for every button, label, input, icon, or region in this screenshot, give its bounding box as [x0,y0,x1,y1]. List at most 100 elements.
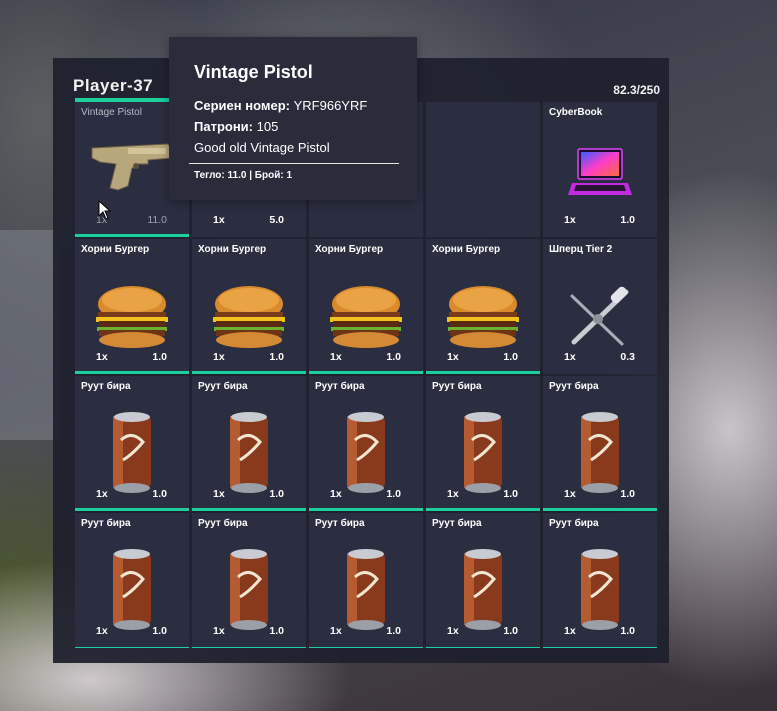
durability-bar [426,647,540,648]
inventory-slot[interactable]: CyberBook 1x 1.0 [543,102,657,237]
tooltip-serial: Сериен номер: YRF966YRF [194,98,367,113]
slot-count: 1x [564,214,576,226]
slot-item-name: Руут бира [198,381,248,392]
inventory-slot[interactable]: Руут бира 1x 1.0 [75,513,189,648]
slot-item-name: Руут бира [315,518,365,529]
tooltip-ammo: Патрони: 105 [194,119,278,134]
slot-weight: 1.0 [503,625,518,637]
slot-count: 1x [213,488,225,500]
durability-bar [426,371,540,374]
durability-bar [543,508,657,511]
slot-count: 1x [330,625,342,637]
background-scenery [0,230,60,440]
durability-bar [75,647,189,648]
lockpick-icon [570,287,629,346]
inventory-slot[interactable]: Хорни Бургер 1x 1.0 [192,239,306,374]
item-tooltip: Vintage Pistol Сериен номер: YRF966YRF П… [169,37,417,200]
tooltip-serial-value: YRF966YRF [293,98,368,113]
inventory-slot[interactable]: Руут бира 1x 1.0 [309,513,423,648]
durability-bar [192,371,306,374]
tooltip-serial-label: Сериен номер: [194,98,290,113]
slot-count: 1x [564,625,576,637]
slot-item-name: Руут бира [549,381,599,392]
durability-bar [75,234,189,237]
slot-count: 1x [564,351,576,363]
slot-weight: 1.0 [503,488,518,500]
slot-weight: 11.0 [147,214,167,226]
slot-count: 1x [447,351,459,363]
can-icon [113,411,151,493]
inventory-slot[interactable] [426,102,540,237]
inventory-slot[interactable]: Руут бира 1x 1.0 [192,376,306,511]
slot-item-name: Руут бира [432,381,482,392]
slot-weight: 0.3 [620,351,635,363]
inventory-slot[interactable]: Руут бира 1x 1.0 [426,513,540,648]
can-icon [464,411,502,493]
durability-bar [75,371,189,374]
slot-weight: 1.0 [269,488,284,500]
durability-bar [192,647,306,648]
slot-item-name: Хорни Бургер [198,244,267,255]
durability-bar [309,647,423,648]
tooltip-ammo-value: 105 [256,119,279,134]
slot-count: 1x [96,351,108,363]
durability-bar [192,508,306,511]
slot-item-name: Руут бира [432,518,482,529]
tooltip-divider [189,163,399,164]
slot-weight: 1.0 [269,351,284,363]
slot-item-name: Шперц Tier 2 [549,244,613,255]
slot-weight: 1.0 [386,488,401,500]
slot-count: 1x [447,488,459,500]
slot-count: 1x [564,488,576,500]
inventory-slot[interactable]: Руут бира 1x 1.0 [543,513,657,648]
tooltip-title: Vintage Pistol [194,62,313,82]
slot-count: 1x [330,488,342,500]
durability-bar [309,508,423,511]
tooltip-footer: Тегло: 11.0 | Брой: 1 [194,170,293,181]
slot-count: 1x [447,625,459,637]
durability-bar [75,508,189,511]
burger-icon [447,286,519,349]
mouse-cursor-icon [98,200,112,220]
inventory-slot[interactable]: Шперц Tier 2 1x 0.3 [543,239,657,374]
slot-item-name: Хорни Бургер [81,244,150,255]
inventory-slot[interactable]: Руут бира 1x 1.0 [75,376,189,511]
pistol-icon [91,143,173,191]
slot-weight: 1.0 [152,351,167,363]
slot-weight: 1.0 [620,214,635,226]
inventory-slot[interactable]: Руут бира 1x 1.0 [426,376,540,511]
durability-bar [309,371,423,374]
slot-item-name: Руут бира [198,518,248,529]
inventory-slot[interactable]: Хорни Бургер 1x 1.0 [426,239,540,374]
slot-weight: 1.0 [386,351,401,363]
can-icon [230,548,268,630]
slot-weight: 1.0 [152,488,167,500]
slot-weight: 1.0 [386,625,401,637]
inventory-slot[interactable]: Хорни Бургер 1x 1.0 [309,239,423,374]
slot-item-name: Руут бира [315,381,365,392]
burger-icon [213,286,285,349]
tooltip-description: Good old Vintage Pistol [194,140,330,155]
slot-count: 1x [213,214,225,226]
slot-item-name: Руут бира [549,518,599,529]
slot-item-name: Хорни Бургер [315,244,384,255]
can-icon [347,548,385,630]
inventory-slot[interactable]: Хорни Бургер 1x 1.0 [75,239,189,374]
slot-weight: 1.0 [503,351,518,363]
can-icon [113,548,151,630]
slot-weight: 1.0 [269,625,284,637]
inventory-weight: 82.3/250 [613,83,660,97]
inventory-slot[interactable]: Руут бира 1x 1.0 [192,513,306,648]
slot-count: 1x [213,351,225,363]
inventory-slot[interactable]: Руут бира 1x 1.0 [309,376,423,511]
slot-item-name: Руут бира [81,518,131,529]
slot-weight: 1.0 [620,625,635,637]
can-icon [464,548,502,630]
laptop-icon [568,148,632,195]
slot-weight: 5.0 [269,214,284,226]
can-icon [581,411,619,493]
slot-item-name: Vintage Pistol [81,107,142,118]
slot-count: 1x [213,625,225,637]
inventory-slot[interactable]: Руут бира 1x 1.0 [543,376,657,511]
player-name: Player-37 [73,76,154,95]
